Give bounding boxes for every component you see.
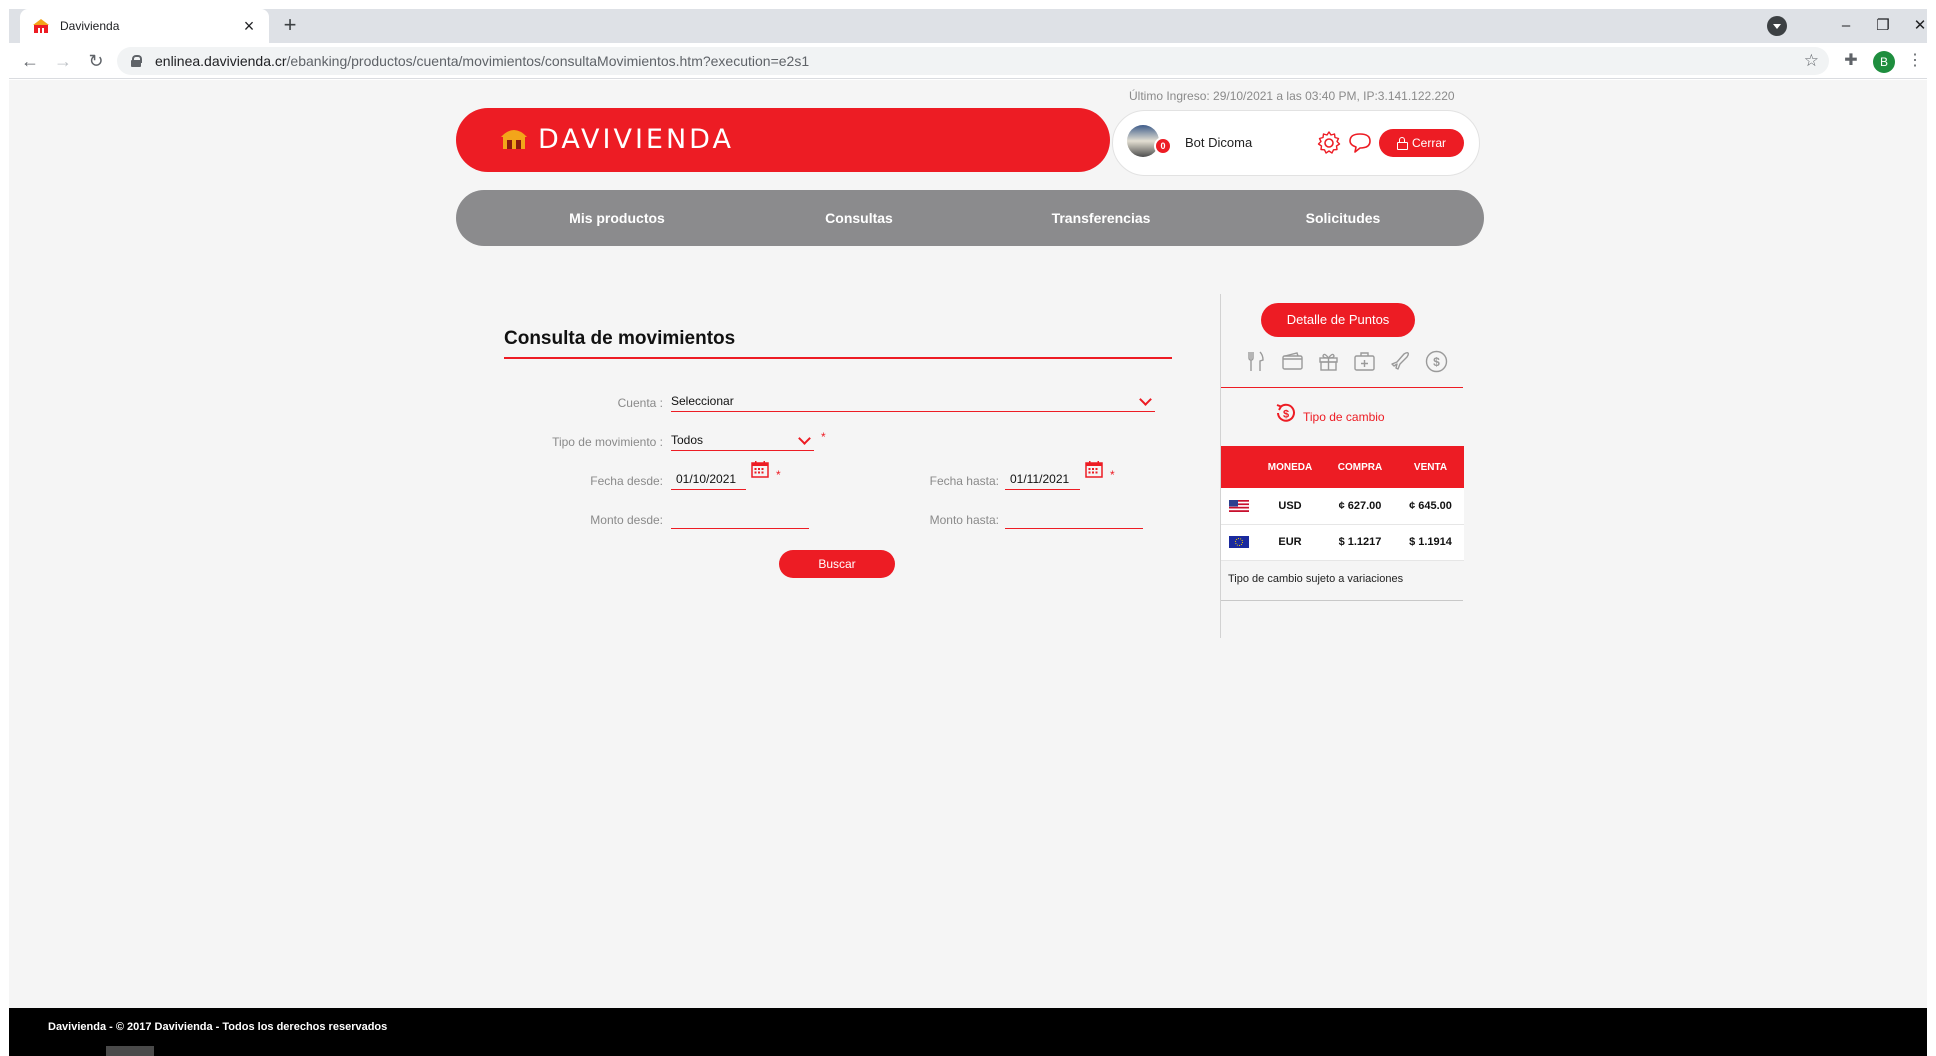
notification-badge[interactable]: 0 [1154, 137, 1172, 155]
browser-tab-strip: Davivienda × + – ❐ ✕ [9, 9, 1927, 43]
page-footer: Davivienda - © 2017 Davivienda - Todos l… [9, 1008, 1927, 1056]
monto-hasta-label: Monto hasta: [929, 513, 999, 527]
exchange-rate-title: Tipo de cambio [1303, 410, 1385, 424]
tipo-movimiento-select[interactable]: Todos [671, 431, 814, 451]
user-name: Bot Dicoma [1185, 135, 1253, 150]
nav-solicitudes[interactable]: Solicitudes [1222, 210, 1464, 226]
sell-rate: ¢ 645.00 [1409, 499, 1452, 512]
tab-search-icon[interactable] [1767, 16, 1787, 36]
gift-icon[interactable] [1315, 348, 1342, 375]
nav-consultas[interactable]: Consultas [738, 210, 980, 226]
side-divider [1221, 600, 1463, 601]
points-detail-button[interactable]: Detalle de Puntos [1261, 303, 1415, 337]
tipo-movimiento-label: Tipo de movimiento : [552, 435, 663, 449]
buy-rate: $ 1.1217 [1338, 536, 1382, 548]
page-title: Consulta de movimientos [504, 328, 736, 349]
svg-text:$: $ [1283, 409, 1289, 421]
cuenta-label: Cuenta : [617, 396, 663, 410]
side-divider [1221, 387, 1463, 388]
restore-icon[interactable]: ❐ [1863, 13, 1903, 39]
required-mark: * [1110, 468, 1115, 482]
calendar-icon[interactable] [751, 461, 769, 478]
bookmark-star-icon[interactable]: ☆ [1804, 51, 1819, 71]
fecha-hasta-label: Fecha hasta: [929, 474, 999, 488]
chat-icon[interactable] [1347, 131, 1373, 155]
table-header-moneda: MONEDA [1267, 461, 1313, 473]
user-panel: 0 Bot Dicoma Cerrar [1112, 110, 1480, 176]
currency-code: USD [1278, 499, 1302, 512]
medical-kit-icon[interactable] [1351, 348, 1378, 375]
main-navigation: Mis productos Consultas Transferencias S… [456, 190, 1484, 246]
table-row: EUR $ 1.1217 $ 1.1914 [1221, 524, 1464, 560]
calendar-icon[interactable] [1085, 461, 1103, 478]
dollar-coin-icon[interactable]: $ [1423, 348, 1450, 375]
lock-icon [1396, 137, 1408, 150]
currency-code: EUR [1278, 536, 1302, 548]
fork-knife-icon[interactable] [1243, 348, 1270, 375]
browser-menu-icon[interactable]: ⋮ [1907, 49, 1923, 73]
table-header-flag [1221, 446, 1257, 488]
sell-rate: $ 1.1914 [1409, 536, 1452, 548]
exchange-rate-icon: $ [1276, 403, 1295, 422]
flag-eu-icon [1221, 524, 1257, 560]
logout-button[interactable]: Cerrar [1379, 129, 1464, 157]
table-header-row: MONEDA COMPRA VENTA [1221, 446, 1464, 488]
close-window-icon[interactable]: ✕ [1900, 13, 1936, 39]
fecha-desde-label: Fecha desde: [590, 474, 663, 488]
browser-toolbar: ← → ↻ enlinea.davivienda.cr/ebanking/pro… [9, 43, 1927, 79]
exchange-rate-note: Tipo de cambio sujeto a variaciones [1228, 573, 1404, 585]
brand-banner: DAVIVIENDA [456, 108, 1110, 172]
browser-tab[interactable]: Davivienda × [20, 9, 269, 43]
tipo-movimiento-value: Todos [671, 433, 704, 447]
flag-usa-icon [1221, 488, 1257, 524]
buy-rate: ¢ 627.00 [1338, 499, 1382, 512]
table-row: USD ¢ 627.00 ¢ 645.00 [1221, 488, 1464, 524]
monto-desde-label: Monto desde: [590, 513, 663, 527]
points-category-icons: $ [1243, 348, 1450, 375]
profile-avatar[interactable]: B [1873, 51, 1895, 73]
chevron-down-icon [798, 432, 811, 445]
new-tab-icon[interactable]: + [277, 13, 303, 39]
url-text: enlinea.davivienda.cr/ebanking/productos… [155, 53, 809, 69]
gear-icon[interactable] [1316, 130, 1342, 156]
fecha-desde-input[interactable]: 01/10/2021 [671, 470, 746, 490]
required-mark: * [821, 430, 826, 444]
page-content: Último Ingreso: 29/10/2021 a las 03:40 P… [9, 80, 1927, 1008]
fecha-hasta-input[interactable]: 01/11/2021 [1005, 470, 1080, 490]
exchange-rate-table: MONEDA COMPRA VENTA USD ¢ 627.00 ¢ 645.0… [1221, 446, 1464, 561]
monto-hasta-input[interactable] [1005, 509, 1143, 529]
tab-title: Davivienda [60, 19, 120, 33]
lock-icon [131, 55, 142, 67]
back-icon[interactable]: ← [17, 49, 43, 75]
search-button[interactable]: Buscar [779, 550, 895, 578]
extensions-icon[interactable]: ✚ [1839, 49, 1863, 73]
table-header-compra: COMPRA [1337, 461, 1383, 473]
brand-name: DAVIVIENDA [538, 124, 734, 155]
url-path: /ebanking/productos/cuenta/movimientos/c… [286, 53, 810, 69]
last-login-text: Último Ingreso: 29/10/2021 a las 03:40 P… [1129, 89, 1455, 103]
table-header-venta: VENTA [1413, 461, 1448, 473]
required-mark: * [776, 468, 781, 482]
davivienda-house-logo-icon [501, 130, 527, 149]
nav-transferencias[interactable]: Transferencias [980, 210, 1222, 226]
monto-desde-input[interactable] [671, 509, 809, 529]
title-divider [504, 357, 1172, 359]
reload-icon[interactable]: ↻ [83, 49, 109, 75]
wallet-icon[interactable] [1279, 348, 1306, 375]
footer-copyright: Davivienda - © 2017 Davivienda - Todos l… [48, 1021, 388, 1033]
plane-icon[interactable] [1387, 348, 1414, 375]
minimize-icon[interactable]: – [1826, 13, 1866, 39]
address-bar[interactable]: enlinea.davivienda.cr/ebanking/productos… [117, 47, 1829, 75]
tab-close-icon[interactable]: × [241, 17, 257, 35]
svg-text:$: $ [1433, 355, 1440, 369]
logout-label: Cerrar [1411, 136, 1446, 150]
cuenta-value: Seleccionar [671, 394, 734, 408]
nav-mis-productos[interactable]: Mis productos [496, 210, 738, 226]
chevron-down-icon [1139, 393, 1152, 406]
davivienda-favicon-icon [33, 19, 49, 33]
forward-icon[interactable]: → [50, 49, 76, 75]
cuenta-select[interactable]: Seleccionar [671, 392, 1155, 412]
footer-bar-element [106, 1046, 154, 1056]
url-domain: enlinea.davivienda.cr [155, 53, 287, 69]
